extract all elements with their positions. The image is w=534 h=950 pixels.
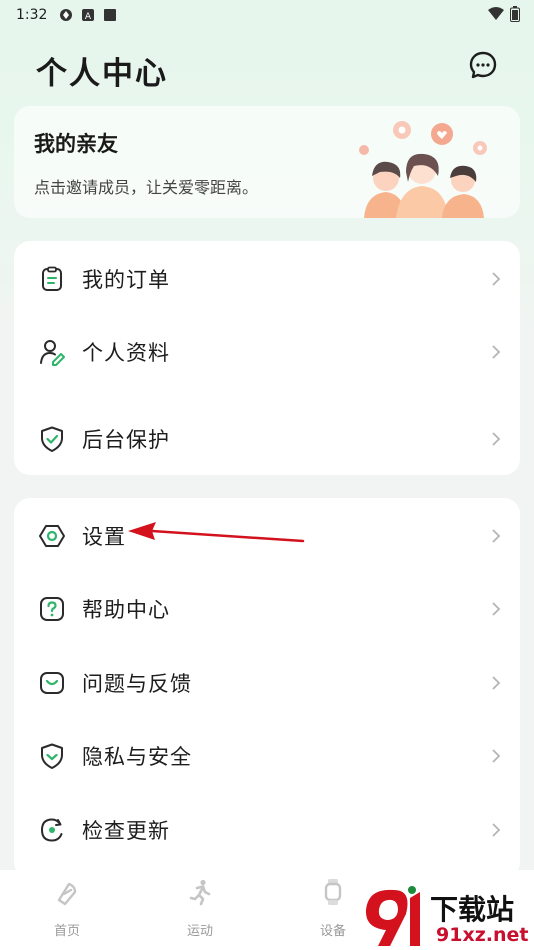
profile-person-icon	[40, 340, 65, 366]
menu-item-label: 个人资料	[82, 341, 170, 365]
app-status-icon: A	[82, 9, 95, 22]
battery-icon	[510, 6, 520, 22]
chevron-right-icon	[492, 749, 501, 763]
chat-bubble-icon[interactable]	[468, 50, 498, 80]
menu-item-my-orders[interactable]: 我的订单	[14, 249, 520, 309]
menu-item-label: 检查更新	[82, 819, 170, 843]
chevron-right-icon	[492, 345, 501, 359]
header: 个人中心	[0, 40, 534, 96]
menu-item-label: 问题与反馈	[82, 672, 192, 696]
watermark-title: 下载站	[430, 893, 515, 926]
vpn-status-icon	[60, 9, 73, 21]
running-icon	[189, 879, 211, 906]
account-menu-card: 我的订单 个人资料 后台保护	[14, 241, 520, 475]
menu-item-feedback[interactable]: 问题与反馈	[14, 653, 520, 713]
home-icon	[57, 882, 77, 906]
settings-hexagon-icon	[39, 525, 65, 547]
order-clipboard-icon	[42, 266, 62, 291]
tab-label: 运动	[186, 924, 213, 939]
chevron-right-icon	[492, 602, 501, 616]
notification-status-icon	[104, 9, 117, 21]
menu-item-settings[interactable]: 设置	[14, 506, 520, 566]
menu-item-background-protection[interactable]: 后台保护	[14, 409, 520, 469]
family-friends-card[interactable]: 我的亲友 点击邀请成员，让关爱零距离。	[14, 106, 520, 218]
svg-text:A: A	[85, 12, 92, 22]
chevron-right-icon	[492, 676, 501, 690]
privacy-shield-icon	[41, 743, 63, 769]
chevron-right-icon	[492, 272, 501, 286]
status-time: 1:32	[16, 7, 48, 23]
menu-item-privacy-security[interactable]: 隐私与安全	[14, 726, 520, 786]
menu-item-label: 隐私与安全	[82, 745, 192, 769]
shield-check-icon	[41, 426, 63, 452]
menu-item-label: 帮助中心	[82, 598, 170, 622]
tab-label: 首页	[53, 924, 80, 939]
page-title: 个人中心	[36, 56, 168, 92]
site-watermark: 下载站 91xz.net	[360, 884, 534, 950]
help-question-icon	[40, 597, 64, 621]
app-menu-card: 设置 帮助中心 问题与反馈 隐私与安全 检查更新	[14, 498, 520, 878]
watch-icon	[324, 879, 342, 905]
menu-item-help-center[interactable]: 帮助中心	[14, 579, 520, 639]
menu-item-label: 我的订单	[82, 268, 170, 292]
friends-card-title: 我的亲友	[34, 132, 118, 156]
wifi-icon	[488, 7, 504, 20]
update-refresh-icon	[40, 818, 63, 842]
tab-exercise[interactable]: 运动	[155, 878, 245, 944]
chevron-right-icon	[492, 823, 501, 837]
status-bar: 1:32 A	[0, 0, 534, 30]
chevron-right-icon	[492, 529, 501, 543]
family-illustration-icon	[359, 121, 487, 218]
watermark-logo-icon	[365, 886, 420, 946]
friends-card-subtitle: 点击邀请成员，让关爱零距离。	[34, 178, 259, 197]
tab-home[interactable]: 首页	[22, 878, 112, 944]
feedback-icon	[40, 672, 64, 694]
menu-item-label: 设置	[82, 525, 126, 549]
menu-item-label: 后台保护	[82, 428, 170, 452]
menu-item-check-update[interactable]: 检查更新	[14, 800, 520, 860]
menu-item-profile[interactable]: 个人资料	[14, 322, 520, 382]
watermark-url: 91xz.net	[436, 924, 529, 946]
chevron-right-icon	[492, 432, 501, 446]
